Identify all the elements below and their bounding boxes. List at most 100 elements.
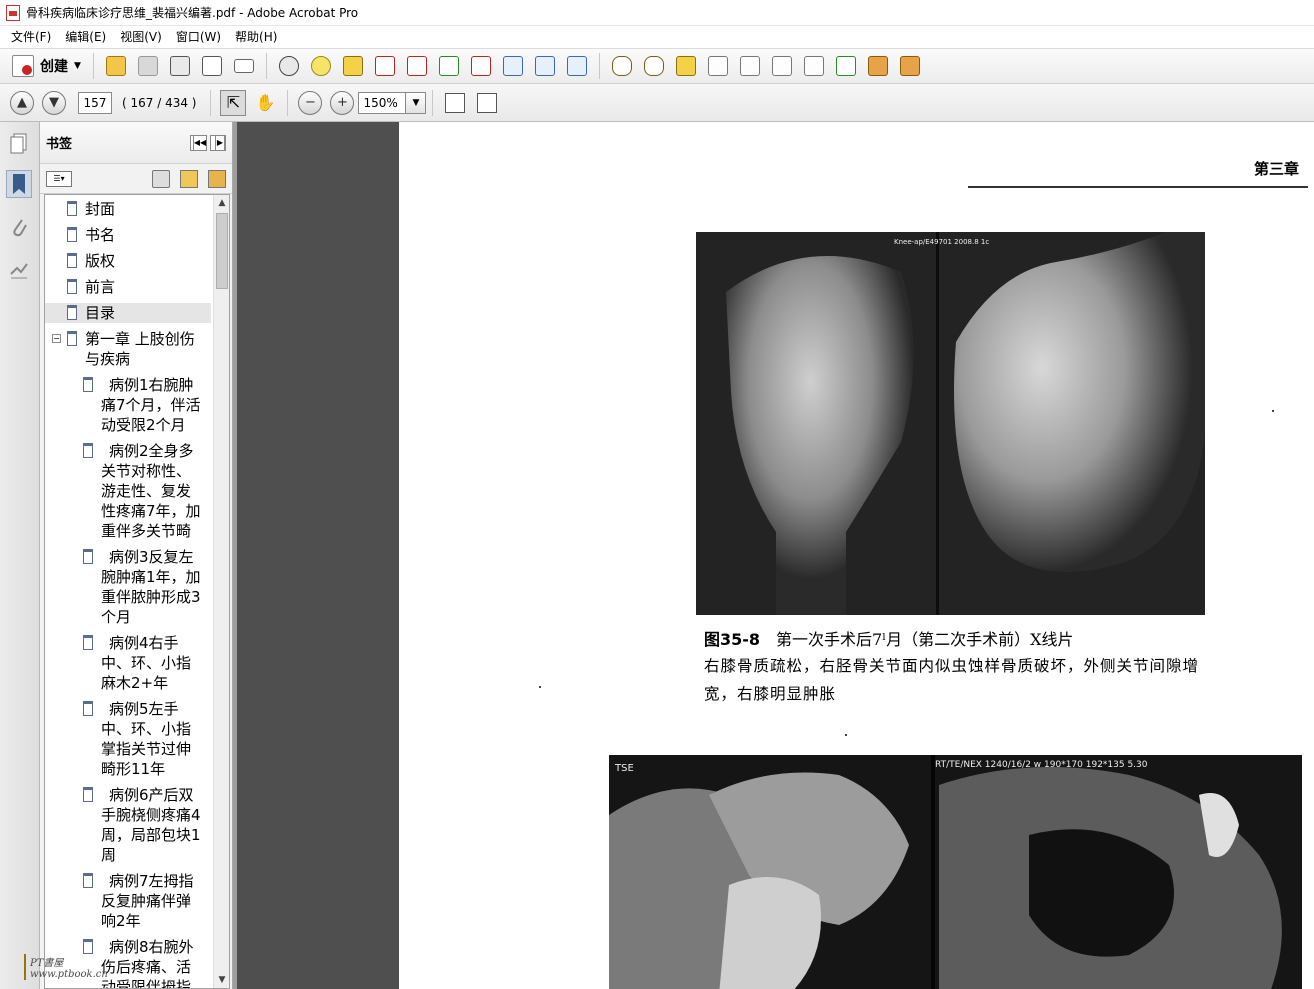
page-thumbnails-button[interactable] — [6, 130, 32, 158]
book-button[interactable] — [864, 52, 892, 80]
previous-page-button[interactable]: ▲ — [10, 90, 34, 115]
collapse-toggle-icon[interactable]: − — [52, 334, 61, 343]
menu-file[interactable]: 文件(F) — [4, 26, 58, 48]
bookmark-item[interactable]: 病例2全身多 关节对称性、 游走性、复发 性疼痛7年，加 重伴多关节畸 — [45, 441, 211, 541]
mri-overlay-left: TSE — [614, 763, 634, 774]
attach-button[interactable] — [704, 52, 732, 80]
bookmark-label: 病例1右腕肿 — [109, 376, 194, 394]
scrollbar-thumb[interactable] — [216, 213, 228, 289]
new-bookmark-button[interactable] — [180, 169, 198, 188]
bookmark-item[interactable]: 封面 — [45, 199, 211, 219]
open-button[interactable] — [102, 52, 130, 80]
bookmark-flag-icon — [67, 201, 77, 216]
toolbar-separator — [210, 89, 212, 116]
zoom-dropdown-button[interactable]: ▼ — [406, 91, 427, 114]
delete-bookmark-button[interactable] — [152, 169, 170, 188]
save-button[interactable] — [134, 52, 162, 80]
measure-icon — [803, 56, 824, 76]
create-label: 创建 — [40, 59, 68, 75]
export-button[interactable] — [435, 52, 463, 80]
link-button[interactable] — [608, 52, 636, 80]
create-button[interactable]: 创建 ▼ — [6, 52, 87, 80]
email-button[interactable] — [230, 52, 258, 80]
bookmarks-toolbar: ☰▾ — [40, 164, 232, 194]
bookmark-options-button[interactable]: ☰▾ — [46, 170, 72, 187]
next-page-button[interactable]: ▼ — [42, 90, 66, 115]
bookmark-label: 目录 — [85, 304, 116, 322]
unlink-button[interactable] — [640, 52, 668, 80]
menu-help[interactable]: 帮助(H) — [228, 26, 284, 48]
sign-button[interactable] — [467, 52, 495, 80]
zoom-input[interactable]: 150% — [358, 91, 407, 114]
page-number-input[interactable]: 157 — [78, 91, 112, 114]
blank-page-icon — [771, 56, 792, 76]
toolbar-separator — [598, 53, 600, 79]
extract-icon — [899, 56, 920, 76]
figure-description: 右膝骨质疏松，右胫骨关节面内似虫蚀样骨质破坏，外侧关节间隙增宽，右膝明显肿胀 — [704, 657, 1200, 703]
action-button[interactable] — [832, 52, 860, 80]
highlight-button[interactable] — [339, 52, 367, 80]
measure-button[interactable] — [800, 52, 828, 80]
menu-window[interactable]: 窗口(W) — [169, 26, 228, 48]
edit-document-button[interactable] — [198, 52, 226, 80]
bookmark-properties-button[interactable] — [208, 169, 226, 188]
bookmark-label: 反复肿痛伴弹 — [101, 892, 192, 910]
bookmark-scrollbar[interactable]: ▲ ▼ — [213, 195, 229, 988]
zoom-out-button[interactable]: − — [298, 90, 323, 115]
bookmark-flag-icon — [83, 787, 93, 802]
comment-button[interactable] — [307, 52, 335, 80]
bookmark-item[interactable]: 病例3反复左 腕肿痛1年，加 重伴脓肿形成3 个月 — [45, 547, 211, 627]
bookmark-item[interactable]: 前言 — [45, 277, 211, 297]
settings-button[interactable] — [275, 52, 303, 80]
sign-icon — [470, 56, 491, 76]
bookmark-flag-icon — [83, 443, 93, 458]
zoom-in-button[interactable]: + — [330, 90, 355, 115]
scroll-down-icon[interactable]: ▼ — [214, 972, 229, 988]
print-button[interactable] — [166, 52, 194, 80]
form-button[interactable] — [499, 52, 527, 80]
bookmark-item[interactable]: 病例5左手 中、环、小指 掌指关节过伸 畸形11年 — [45, 699, 211, 779]
hand-tool-button[interactable]: ✋ — [252, 90, 278, 116]
fit-width-icon[interactable] — [445, 92, 466, 113]
bookmark-item[interactable]: 版权 — [45, 251, 211, 271]
clip-button[interactable] — [403, 52, 431, 80]
bookmark-flag-icon — [83, 701, 93, 716]
arrow-down-icon: ▼ — [49, 95, 59, 110]
bookmark-flag-icon — [67, 253, 77, 268]
collapse-panel-button[interactable]: ◀◀ — [190, 134, 208, 151]
mri-figure: TSE RT/TE/NEX 1240/16/2 w 190*170 192*13… — [609, 755, 1302, 989]
bookmark-item[interactable]: − 第一章 上肢创伤 与疾病 — [45, 329, 211, 369]
bookmark-label: 病例2全身多 — [109, 442, 194, 460]
bookmark-item[interactable]: 病例7左拇指 反复肿痛伴弹 响2年 — [45, 871, 211, 931]
bookmark-label: 第一章 上肢创伤 — [85, 330, 195, 348]
blank-page-button[interactable] — [768, 52, 796, 80]
attachments-button[interactable] — [6, 214, 32, 242]
bookmark-tree: 封面 书名 版权 前言 目录 − 第一章 上肢创伤 与疾病 病例1右腕肿 痛7个月，伴活 动受限2个… — [44, 194, 230, 989]
bookmark-item[interactable]: 目录 — [45, 303, 211, 323]
review-button[interactable] — [672, 52, 700, 80]
bookmark-item[interactable]: 病例6产后双 手腕桡侧疼痛4 周，局部包块1 周 — [45, 785, 211, 865]
bookmark-item[interactable]: 书名 — [45, 225, 211, 245]
bookmark-item[interactable]: 病例1右腕肿 痛7个月，伴活 动受限2个月 — [45, 375, 211, 435]
bookmark-label: 版权 — [85, 252, 116, 270]
signatures-button[interactable] — [6, 256, 32, 284]
fit-page-icon[interactable] — [477, 92, 498, 113]
watermark-text: PT書屋 www.ptbook.cn — [30, 958, 108, 980]
page-info-button[interactable] — [736, 52, 764, 80]
panel-menu-button[interactable]: ▶ — [210, 134, 226, 151]
scroll-up-icon[interactable]: ▲ — [214, 195, 229, 211]
chevron-down-icon: ▼ — [412, 97, 420, 108]
menu-edit[interactable]: 编辑(E) — [58, 26, 113, 48]
copy-button[interactable] — [531, 52, 559, 80]
extract-button[interactable] — [896, 52, 924, 80]
bookmarks-button[interactable] — [6, 170, 32, 198]
menu-view[interactable]: 视图(V) — [113, 26, 169, 48]
scan-speck — [539, 686, 541, 688]
stamp-delete-button[interactable] — [371, 52, 399, 80]
panel-splitter[interactable] — [233, 122, 237, 989]
page-options-button[interactable] — [563, 52, 591, 80]
bookmark-flag-icon — [83, 873, 93, 888]
bookmark-item[interactable]: 病例4右手 中、环、小指 麻木2+年 — [45, 633, 211, 693]
bookmarks-panel: 书签 ◀◀ ▶ ☰▾ 封面 书名 版权 前言 目录 − 第一章 上肢创伤 与疾病 病例1右腕肿痛… — [40, 122, 233, 989]
select-tool-button[interactable]: ⇱ — [220, 89, 247, 116]
